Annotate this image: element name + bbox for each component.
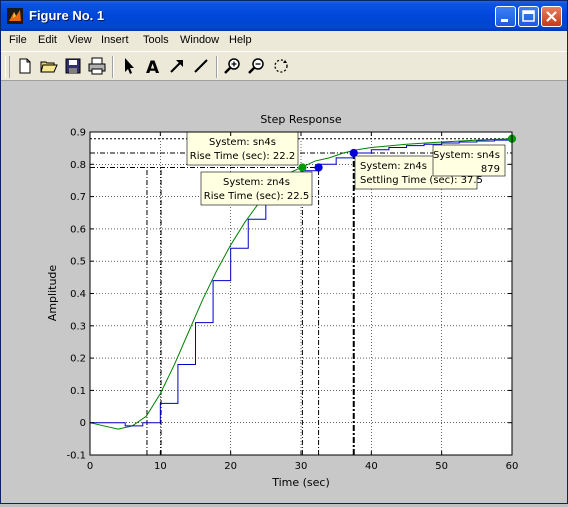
- chart-title: Step Response: [260, 113, 342, 126]
- maximize-icon: [522, 10, 535, 22]
- data-tip-text: Settling Time (sec): 37.5: [360, 175, 483, 186]
- figure-window: Figure No. 1 File Edit View Insert Tools…: [0, 0, 568, 504]
- y-tick-label: -0.1: [66, 451, 86, 462]
- new-file-icon[interactable]: [15, 56, 35, 76]
- window-title: Figure No. 1: [29, 8, 105, 23]
- menu-window[interactable]: Window: [180, 34, 219, 46]
- x-tick-label: 10: [154, 461, 167, 472]
- menu-bar: File Edit View Insert Tools Window Help: [1, 31, 567, 51]
- figure-canvas: System: sn4s Rise Time (sec): 22.2 System:…: [1, 81, 567, 503]
- y-tick-label: 0.7: [70, 192, 86, 203]
- data-tip: System: zn4s Rise Time (sec): 22.5: [200, 171, 313, 206]
- zoom-in-icon[interactable]: [223, 56, 243, 76]
- print-icon[interactable]: [87, 56, 107, 76]
- y-tick-label: 0.3: [70, 321, 86, 332]
- menu-insert[interactable]: Insert: [101, 34, 129, 46]
- data-tip-text: Rise Time (sec): 22.2: [190, 151, 295, 162]
- maximize-button[interactable]: [518, 6, 539, 27]
- y-tick-label: 0.6: [70, 224, 86, 235]
- menu-view[interactable]: View: [68, 34, 92, 46]
- open-folder-icon[interactable]: [39, 56, 59, 76]
- data-tip: System: sn4s Rise Time (sec): 22.2: [186, 131, 299, 166]
- close-button[interactable]: [541, 6, 562, 27]
- y-tick-label: 0.2: [70, 354, 86, 365]
- minimize-button[interactable]: [495, 6, 516, 27]
- data-tip-text: Rise Time (sec): 22.5: [204, 191, 309, 202]
- menu-tools[interactable]: Tools: [143, 34, 169, 46]
- close-icon: [546, 11, 557, 22]
- data-tip-marker-sn4s: [298, 163, 307, 172]
- y-tick-label: 0: [80, 418, 86, 429]
- menu-help[interactable]: Help: [229, 34, 252, 46]
- x-axis-label: Time (sec): [271, 476, 330, 489]
- data-tip-text: System: sn4s: [433, 150, 500, 161]
- x-tick-label: 40: [365, 461, 378, 472]
- title-bar[interactable]: Figure No. 1: [1, 1, 567, 31]
- menu-file[interactable]: File: [9, 34, 27, 46]
- y-tick-label: 0.8: [70, 160, 86, 171]
- x-tick-label: 0: [87, 461, 93, 472]
- figure-toolbar: A: [1, 51, 567, 81]
- data-tip-text: System: zn4s: [360, 161, 427, 172]
- x-tick-label: 20: [224, 461, 237, 472]
- toolbar-separator: [216, 56, 218, 78]
- menu-edit[interactable]: Edit: [38, 34, 57, 46]
- step-response-chart[interactable]: System: sn4sRise Time (sec): 22.2System:…: [1, 81, 567, 503]
- svg-text:A: A: [146, 58, 160, 76]
- x-tick-label: 30: [295, 461, 308, 472]
- select-arrow-icon[interactable]: [119, 56, 139, 76]
- zoom-out-icon[interactable]: [247, 56, 267, 76]
- y-tick-label: 0.1: [70, 386, 86, 397]
- minimize-icon: [501, 19, 508, 22]
- y-tick-label: 0.9: [70, 128, 86, 139]
- data-tip-marker-zn4s: [349, 148, 358, 158]
- y-axis-label: Amplitude: [46, 265, 59, 322]
- rotate-3d-icon[interactable]: [271, 56, 291, 76]
- toolbar-grip[interactable]: [5, 56, 10, 78]
- data-tip-text: 879: [481, 164, 500, 175]
- y-tick-label: 0.5: [70, 257, 86, 268]
- y-tick-label: 0.4: [70, 289, 86, 300]
- data-tip-text: System: zn4s: [223, 177, 290, 188]
- matlab-icon: [7, 8, 23, 24]
- save-icon[interactable]: [63, 56, 83, 76]
- toolbar-separator: [112, 56, 114, 78]
- data-tip-text: System: sn4s: [209, 137, 276, 148]
- x-tick-label: 50: [435, 461, 448, 472]
- insert-arrow-icon[interactable]: [167, 56, 187, 76]
- data-tip-marker-zn4s: [314, 163, 323, 172]
- insert-text-icon[interactable]: A: [143, 56, 163, 76]
- x-tick-label: 60: [506, 461, 519, 472]
- data-tip: System: sn4s 879: [432, 144, 506, 177]
- insert-line-icon[interactable]: [191, 56, 211, 76]
